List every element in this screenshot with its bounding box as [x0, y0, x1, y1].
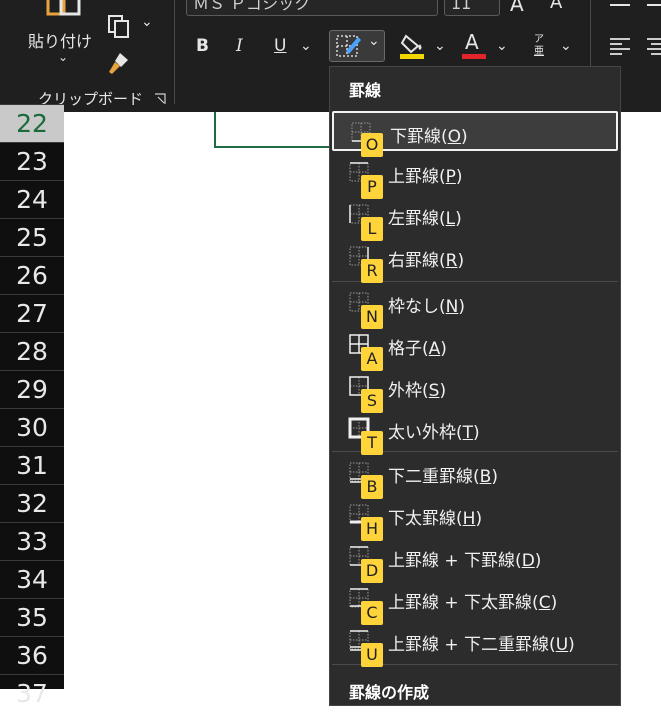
- format-painter-icon[interactable]: [106, 50, 132, 76]
- borders-button[interactable]: ⌄: [329, 30, 385, 62]
- menu-item-label: 下太罫線(H): [388, 509, 483, 529]
- font-color-swatch: [462, 54, 486, 59]
- row-header[interactable]: 25: [0, 218, 64, 256]
- keytip-badge: P: [361, 175, 383, 199]
- keytip-badge: O: [361, 133, 383, 157]
- copy-chevron-icon[interactable]: ⌄: [141, 14, 153, 30]
- row-header[interactable]: 34: [0, 560, 64, 598]
- row-header[interactable]: 22: [0, 104, 64, 142]
- row-header[interactable]: 36: [0, 636, 64, 674]
- row-header[interactable]: 32: [0, 484, 64, 522]
- align-center-icon[interactable]: [645, 36, 661, 56]
- menu-item-label: 太い外枠(T): [388, 423, 480, 443]
- menu-item-label: 外枠(S): [388, 381, 447, 401]
- font-color-chevron-icon[interactable]: ⌄: [496, 38, 508, 54]
- keytip-badge: L: [361, 217, 383, 241]
- phonetic-top: ア: [534, 34, 544, 45]
- borders-chevron-icon: ⌄: [368, 33, 380, 49]
- phonetic-chevron-icon[interactable]: ⌄: [560, 38, 572, 54]
- underline-chevron-icon[interactable]: ⌄: [300, 38, 312, 54]
- font-color-letter: A: [465, 30, 479, 54]
- menu-item-label: 上罫線 + 下太罫線(C): [388, 593, 558, 613]
- menu-item-label: 左罫線(L): [388, 209, 462, 229]
- row-header[interactable]: 33: [0, 522, 64, 560]
- menu-item-label: 右罫線(R): [388, 251, 465, 271]
- bold-button[interactable]: B: [196, 36, 209, 56]
- menu-item-label: 上罫線 + 下罫線(D): [388, 551, 542, 571]
- menu-item-label: 下二重罫線(B): [388, 467, 498, 487]
- row-header[interactable]: 23: [0, 142, 64, 180]
- keytip-badge: T: [361, 431, 383, 455]
- row-header[interactable]: 28: [0, 332, 64, 370]
- row-header[interactable]: 37: [0, 674, 64, 712]
- menu-item-label: 枠なし(N): [388, 297, 465, 317]
- menu-item-label: 上罫線(P): [388, 167, 463, 187]
- keytip-badge: B: [361, 475, 383, 499]
- wrap-icon[interactable]: [645, 0, 661, 6]
- keytip-badge: U: [361, 643, 383, 667]
- shrink-font-button[interactable]: A: [550, 0, 562, 13]
- keytip-badge: D: [361, 559, 383, 583]
- row-header[interactable]: 31: [0, 446, 64, 484]
- keytip-badge: R: [361, 259, 383, 283]
- group-separator: [174, 0, 175, 104]
- menu-header-borders: 罫線: [349, 81, 382, 100]
- fill-color-swatch: [400, 54, 424, 59]
- paste-dropdown-chevron-icon[interactable]: ⌄: [58, 50, 68, 64]
- menu-item-label: 格子(A): [388, 339, 447, 359]
- clipboard-launcher-icon[interactable]: [154, 90, 166, 104]
- font-size-field[interactable]: 11: [444, 0, 500, 16]
- italic-button[interactable]: I: [236, 36, 243, 56]
- keytip-badge: S: [361, 389, 383, 413]
- phonetic-bottom: 亜: [534, 46, 544, 57]
- fill-color-button[interactable]: [398, 32, 428, 60]
- menu-item-label: 下罫線(O): [390, 127, 468, 147]
- keytip-badge: N: [361, 305, 383, 329]
- grow-font-button[interactable]: A: [510, 0, 524, 16]
- borders-icon: [336, 35, 361, 57]
- menu-item-label: 上罫線 + 下二重罫線(U): [388, 635, 575, 655]
- selected-cell[interactable]: [214, 112, 334, 148]
- font-name-value: ＭＳ Ｐゴシック: [193, 0, 311, 13]
- copy-icon[interactable]: [106, 14, 132, 38]
- row-header[interactable]: 24: [0, 180, 64, 218]
- keytip-badge: C: [361, 601, 383, 625]
- paste-icon[interactable]: [45, 0, 85, 16]
- fill-color-chevron-icon[interactable]: ⌄: [434, 38, 446, 54]
- row-header[interactable]: 26: [0, 256, 64, 294]
- row-header[interactable]: 35: [0, 598, 64, 636]
- align-top-icon[interactable]: [608, 0, 632, 6]
- phonetic-button[interactable]: ア 亜: [528, 34, 550, 60]
- font-color-button[interactable]: A: [460, 30, 488, 60]
- row-header[interactable]: 30: [0, 408, 64, 446]
- underline-button[interactable]: U: [274, 36, 286, 56]
- font-name-field[interactable]: ＭＳ Ｐゴシック: [186, 0, 438, 16]
- row-header[interactable]: 27: [0, 294, 64, 332]
- align-left-icon[interactable]: [608, 36, 632, 56]
- keytip-badge: A: [361, 347, 383, 371]
- keytip-badge: H: [361, 517, 383, 541]
- row-header[interactable]: 29: [0, 370, 64, 408]
- paste-button[interactable]: 貼り付け: [28, 28, 92, 52]
- font-size-value: 11: [451, 0, 472, 13]
- menu-header-draw-borders: 罫線の作成: [349, 683, 430, 702]
